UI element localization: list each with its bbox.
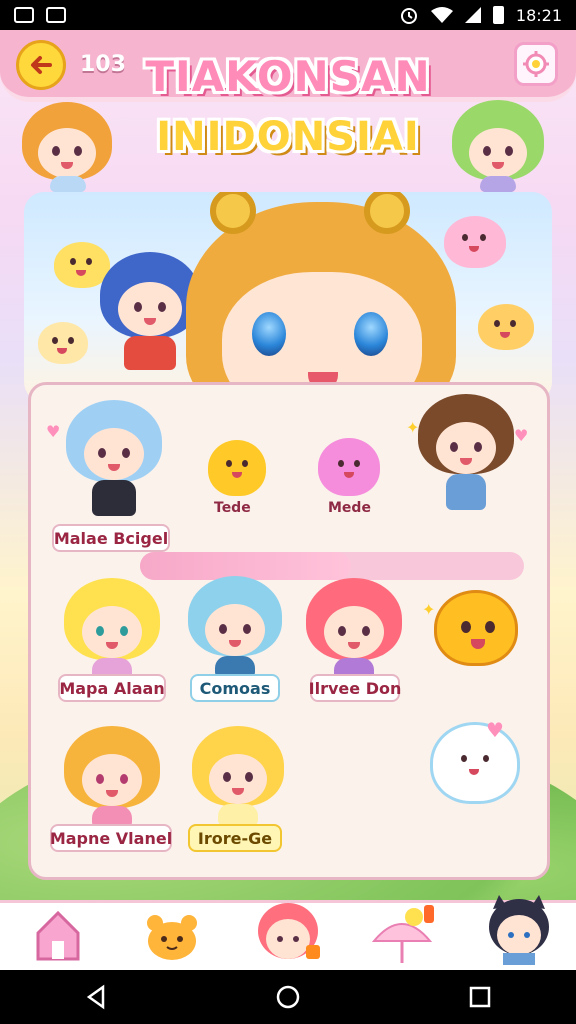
alarm-icon	[400, 8, 417, 24]
featured-eye-right	[354, 312, 388, 356]
white-cat-pet[interactable]	[430, 722, 520, 804]
nav-profile[interactable]	[461, 895, 576, 970]
heart-icon: ♥	[46, 422, 61, 441]
bow-icon: ♥	[486, 718, 504, 742]
signal-icon	[464, 7, 481, 23]
bottom-navigation	[0, 895, 576, 970]
chibi-teal-hair[interactable]	[188, 576, 282, 680]
back-icon[interactable]	[83, 984, 109, 1010]
hero-banner	[24, 192, 552, 402]
chibi-green-hair[interactable]	[452, 100, 544, 192]
house-icon	[36, 910, 80, 961]
character-icon	[258, 903, 321, 959]
game-title-line1: TIAKONSAN	[145, 52, 431, 101]
chibi-brown-hair[interactable]	[418, 394, 514, 518]
character-name-mapa-alaan: Mapa Alaan	[58, 674, 166, 702]
umbrella-icon	[371, 905, 434, 963]
character-name-irore-ge: Irore-Ge	[188, 824, 282, 852]
nav-friends[interactable]	[230, 903, 345, 970]
pink-blob-pet[interactable]	[444, 216, 506, 268]
sparkle-icon: ✦	[422, 600, 436, 619]
battery-icon	[492, 6, 504, 24]
orange-fox-pet[interactable]	[434, 590, 518, 666]
system-navigation-bar	[0, 970, 576, 1024]
cream-blob-pet[interactable]	[38, 322, 88, 364]
character-name-ilrvee-don: Ilrvee Don	[309, 674, 401, 702]
home-icon[interactable]	[275, 984, 301, 1010]
message-icon	[46, 7, 66, 23]
chibi-lightblue-hair[interactable]	[66, 400, 162, 520]
character-name-malae-bcigel: Malae Bcigel	[52, 524, 170, 552]
pet-label-tede: Tede	[214, 500, 251, 516]
game-scene: 103 TIAKONSAN INIDONSIAI ♥ ♥ ✦ Tede Mede…	[0, 30, 576, 970]
chibi-red-hair[interactable]	[306, 578, 402, 682]
avatar-icon	[488, 895, 549, 965]
pink-cat-pet[interactable]	[318, 438, 380, 496]
nav-home[interactable]	[0, 903, 115, 970]
nav-shop[interactable]	[346, 903, 461, 970]
wifi-icon	[430, 7, 453, 23]
heart-icon: ♥	[514, 426, 529, 445]
recents-icon[interactable]	[467, 984, 493, 1010]
pet-label-mede: Mede	[328, 500, 371, 516]
clock: 18:21	[515, 5, 562, 25]
chibi-orange-hair[interactable]	[22, 102, 112, 192]
character-name-mapne-vlanel: Mapne Vlanel	[50, 824, 172, 852]
chibi-amber-hair[interactable]	[64, 726, 160, 830]
yellow-bird-pet[interactable]	[208, 440, 266, 496]
gallery-icon	[14, 7, 34, 23]
status-bar: 18:21	[0, 0, 576, 30]
nav-pets[interactable]	[115, 903, 230, 970]
chibi-golden-hair[interactable]	[192, 726, 284, 830]
chibi-blonde-hair[interactable]	[64, 578, 160, 682]
bear-icon	[147, 915, 198, 960]
orange-blob-pet[interactable]	[478, 304, 534, 350]
featured-eye-left	[252, 312, 286, 356]
character-name-comoas: Comoas	[190, 674, 280, 702]
chibi-blue-hair[interactable]	[100, 252, 200, 382]
